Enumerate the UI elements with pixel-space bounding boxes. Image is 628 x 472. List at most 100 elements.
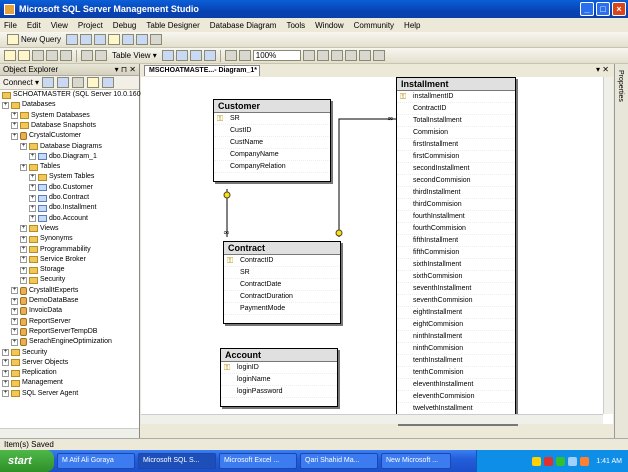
zoom-select[interactable]: 100% [252, 50, 301, 61]
tree-node[interactable]: + Database Diagrams [20, 142, 102, 152]
panel-controls[interactable]: ▾ ⊓ ✕ [115, 65, 139, 74]
column-row[interactable]: Commision [397, 127, 515, 139]
canvas-vscrollbar[interactable] [603, 77, 613, 414]
menu-debug[interactable]: Debug [113, 21, 137, 30]
tree-node[interactable]: + ReportServer [11, 317, 71, 327]
column-row[interactable]: fifthInstallment [397, 235, 515, 247]
column-row[interactable]: secondCommision [397, 175, 515, 187]
tree-node[interactable]: + Storage [20, 265, 65, 275]
column-row[interactable]: ninthInstallment [397, 331, 515, 343]
column-row[interactable]: thirdInstallment [397, 187, 515, 199]
column-row[interactable]: ContractDuration [224, 291, 340, 303]
tree-node[interactable]: + Security [2, 348, 47, 358]
layout-icon-5[interactable] [358, 50, 371, 61]
expand-icon[interactable]: + [11, 328, 18, 336]
expand-icon[interactable]: + [20, 256, 27, 264]
database-icon[interactable] [80, 34, 93, 45]
tree-node[interactable]: + Replication [2, 368, 57, 378]
tray-icon[interactable] [544, 456, 554, 466]
expand-icon[interactable]: + [20, 276, 27, 284]
tree-node[interactable]: + Tables [20, 162, 60, 172]
relationship-labels-icon[interactable] [203, 50, 216, 61]
tree-node[interactable]: + dbo.Account [29, 214, 88, 224]
expand-icon[interactable]: + [2, 349, 9, 356]
relationship-contract-installment[interactable] [338, 118, 396, 237]
remove-icon[interactable] [60, 50, 72, 61]
layout-icon-3[interactable] [330, 50, 343, 61]
stop-icon[interactable] [72, 77, 85, 88]
tray-icon[interactable] [556, 456, 566, 466]
menu-help[interactable]: Help [404, 21, 420, 30]
tree-node[interactable]: + Synonyms [20, 234, 73, 244]
column-row[interactable]: seventhCommision [397, 295, 515, 307]
menu-community[interactable]: Community [354, 21, 394, 30]
column-row[interactable]: fourthInstallment [397, 211, 515, 223]
expand-icon[interactable]: + [11, 287, 18, 295]
tray-icon[interactable] [532, 456, 542, 466]
expand-icon[interactable]: + [29, 215, 36, 223]
expand-icon[interactable]: + [29, 153, 36, 161]
expand-icon[interactable]: + [20, 225, 27, 233]
column-row[interactable]: eleventhInstallment [397, 379, 515, 391]
column-row[interactable]: CompanyRelation [214, 161, 330, 173]
table-view-button[interactable]: Table View ▾ [109, 51, 160, 60]
tab-diagram[interactable]: MSCHOATMASTE...- Diagram_1* [144, 65, 260, 76]
tree-node[interactable]: + Database Snapshots [11, 121, 96, 131]
column-row[interactable]: secondInstallment [397, 163, 515, 175]
folder-icon[interactable] [108, 34, 121, 45]
tree-node[interactable]: + dbo.Diagram_1 [29, 152, 97, 162]
table-customer[interactable]: Customer SRCustIDCustNameCompanyNameComp… [213, 99, 331, 182]
connect-icon[interactable] [42, 77, 55, 88]
expand-icon[interactable]: + [2, 379, 9, 387]
close-button[interactable]: × [612, 2, 626, 16]
arrange-selection-icon[interactable] [175, 50, 188, 61]
new-query-button[interactable]: New Query [4, 34, 64, 45]
tray-icon[interactable] [568, 456, 578, 466]
menu-table-designer[interactable]: Table Designer [146, 21, 199, 30]
properties-side-tab[interactable]: Properties [614, 64, 628, 438]
layout-icon-4[interactable] [344, 50, 357, 61]
save-all-icon[interactable] [136, 34, 149, 45]
task-5[interactable]: New Microsoft ... [381, 453, 451, 469]
tree-node[interactable]: + Programmability [20, 245, 91, 255]
menu-view[interactable]: View [51, 21, 68, 30]
layout-icon-2[interactable] [316, 50, 329, 61]
column-row[interactable]: firstCommision [397, 151, 515, 163]
layout-icon-6[interactable] [372, 50, 385, 61]
tree-node[interactable]: + InvoicData [11, 306, 62, 316]
tree-node[interactable]: + Management [2, 378, 63, 388]
activity-icon[interactable] [150, 34, 163, 45]
tree-node[interactable]: + Service Broker [20, 255, 86, 265]
task-4[interactable]: Qari Shahid Ma... [300, 453, 378, 469]
column-row[interactable]: eightCommision [397, 319, 515, 331]
menu-window[interactable]: Window [315, 21, 343, 30]
column-row[interactable]: TotalInstallment [397, 115, 515, 127]
task-3[interactable]: Microsoft Excel ... [219, 453, 297, 469]
column-row[interactable]: SR [214, 113, 330, 125]
explorer-hscrollbar[interactable] [0, 428, 139, 438]
doc-close-controls[interactable]: ▾ ✕ [596, 65, 609, 74]
tree-node[interactable]: + Server Objects [2, 358, 68, 368]
delete-table-icon[interactable] [46, 50, 58, 61]
expand-icon[interactable]: + [11, 112, 18, 120]
column-row[interactable]: ninthCommision [397, 343, 515, 355]
text-annotation-icon[interactable] [95, 50, 107, 61]
expand-icon[interactable]: + [11, 338, 18, 346]
tray-icon[interactable] [580, 456, 590, 466]
tree-node[interactable]: + dbo.Installment [29, 203, 96, 213]
table-account[interactable]: Account loginIDloginNameloginPassword [220, 348, 338, 407]
column-row[interactable]: eightInstallment [397, 307, 515, 319]
column-row[interactable]: fifthCommision [397, 247, 515, 259]
tree-node[interactable]: + CrystalItExperts [11, 286, 78, 296]
column-row[interactable]: loginID [221, 362, 337, 374]
column-row[interactable]: thirdCommision [397, 199, 515, 211]
save-icon[interactable] [122, 34, 135, 45]
layout-icon-1[interactable] [302, 50, 315, 61]
refresh-icon[interactable] [102, 77, 115, 88]
expand-icon[interactable]: + [20, 163, 27, 171]
column-row[interactable]: ContractID [224, 255, 340, 267]
minimize-button[interactable]: _ [580, 2, 594, 16]
page-breaks-icon[interactable] [224, 50, 237, 61]
expand-icon[interactable]: + [29, 194, 36, 202]
table-contract[interactable]: Contract ContractIDSRContractDateContrac… [223, 241, 341, 324]
